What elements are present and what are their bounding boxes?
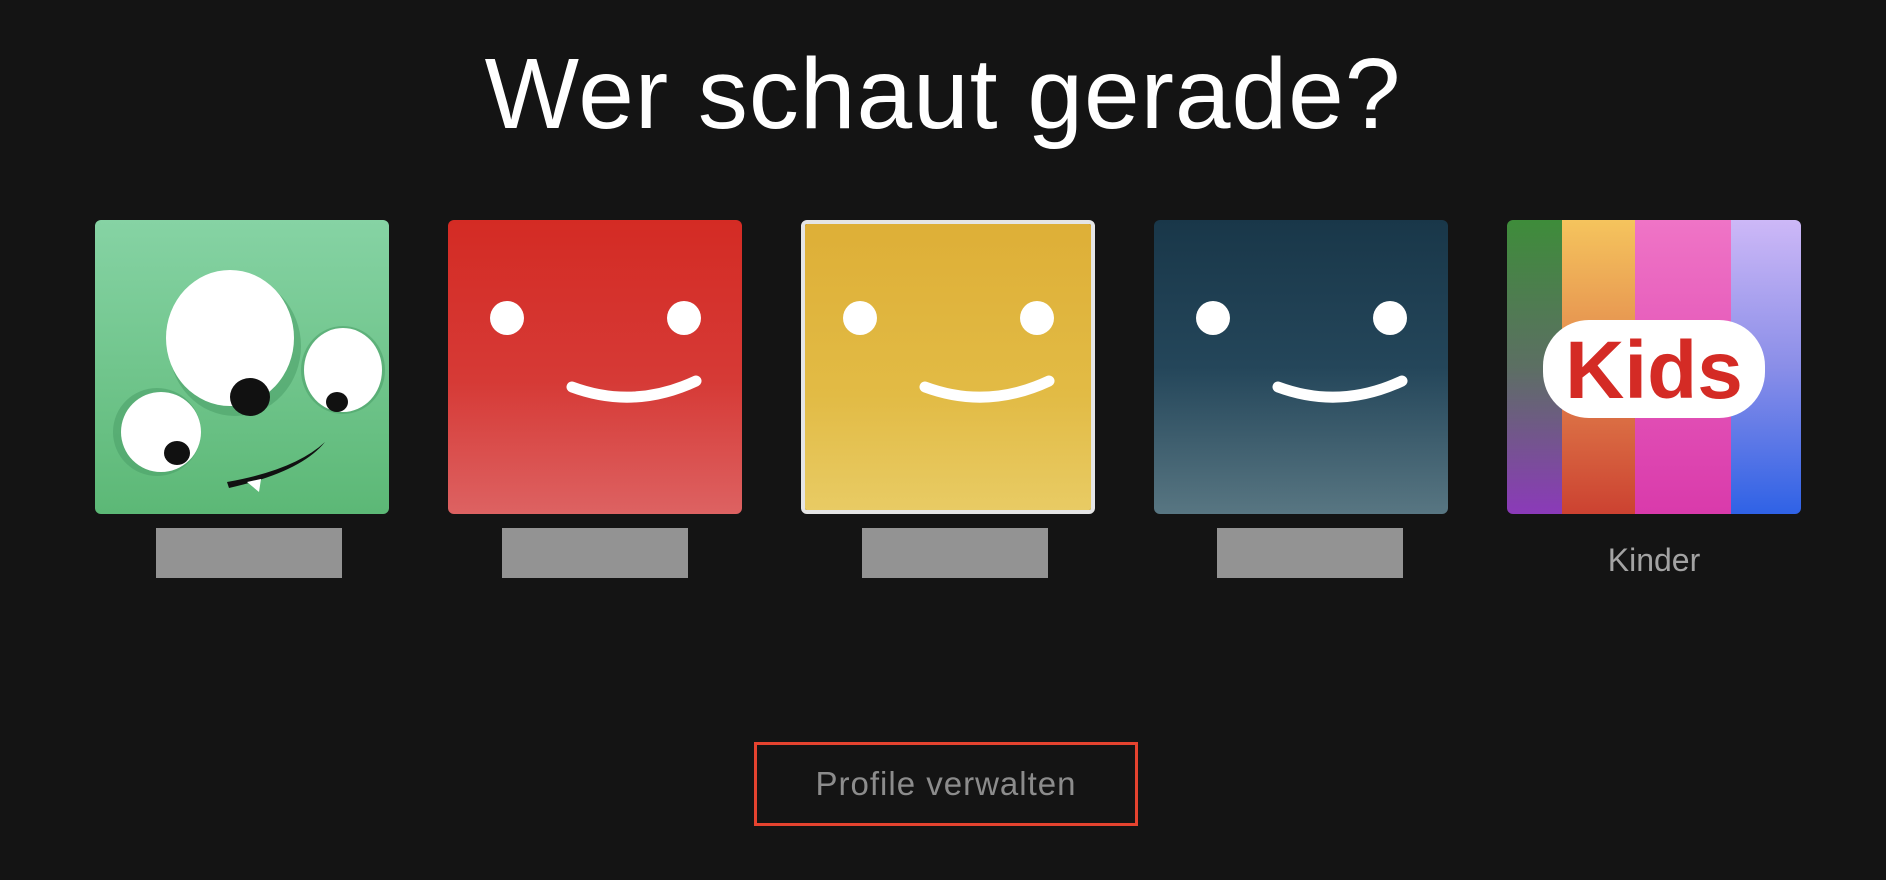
green-monster-icon	[95, 220, 389, 514]
profile-selection-page: Wer schaut gerade? Kids Kinder Profile v…	[0, 0, 1886, 880]
profile-name-redacted	[502, 528, 688, 578]
red-smiley-icon	[448, 220, 742, 514]
kids-rainbow-icon: Kids	[1507, 220, 1801, 514]
yellow-smiley-icon	[805, 224, 1091, 510]
profile-avatar-navy-smiley[interactable]	[1154, 220, 1448, 514]
profile-name-redacted	[1217, 528, 1403, 578]
profile-name-redacted	[862, 528, 1048, 578]
profile-name-redacted	[156, 528, 342, 578]
profile-avatar-kids[interactable]: Kids	[1507, 220, 1801, 514]
navy-smiley-icon	[1154, 220, 1448, 514]
profile-avatar-red-smiley[interactable]	[448, 220, 742, 514]
profile-avatar-yellow-smiley[interactable]	[801, 220, 1095, 514]
profile-list: Kids Kinder	[95, 220, 1801, 580]
profile-item-2[interactable]	[448, 220, 742, 580]
kids-logo-text: Kids	[1565, 325, 1743, 416]
page-title: Wer schaut gerade?	[484, 38, 1402, 150]
profile-item-kids[interactable]: Kids Kinder	[1507, 220, 1801, 580]
profile-item-1[interactable]	[95, 220, 389, 580]
manage-profiles-button[interactable]: Profile verwalten	[754, 742, 1138, 826]
profile-item-4[interactable]	[1154, 220, 1448, 580]
profile-item-3[interactable]	[801, 220, 1095, 580]
profile-avatar-green-monster[interactable]	[95, 220, 389, 514]
profile-name: Kinder	[1607, 542, 1701, 578]
